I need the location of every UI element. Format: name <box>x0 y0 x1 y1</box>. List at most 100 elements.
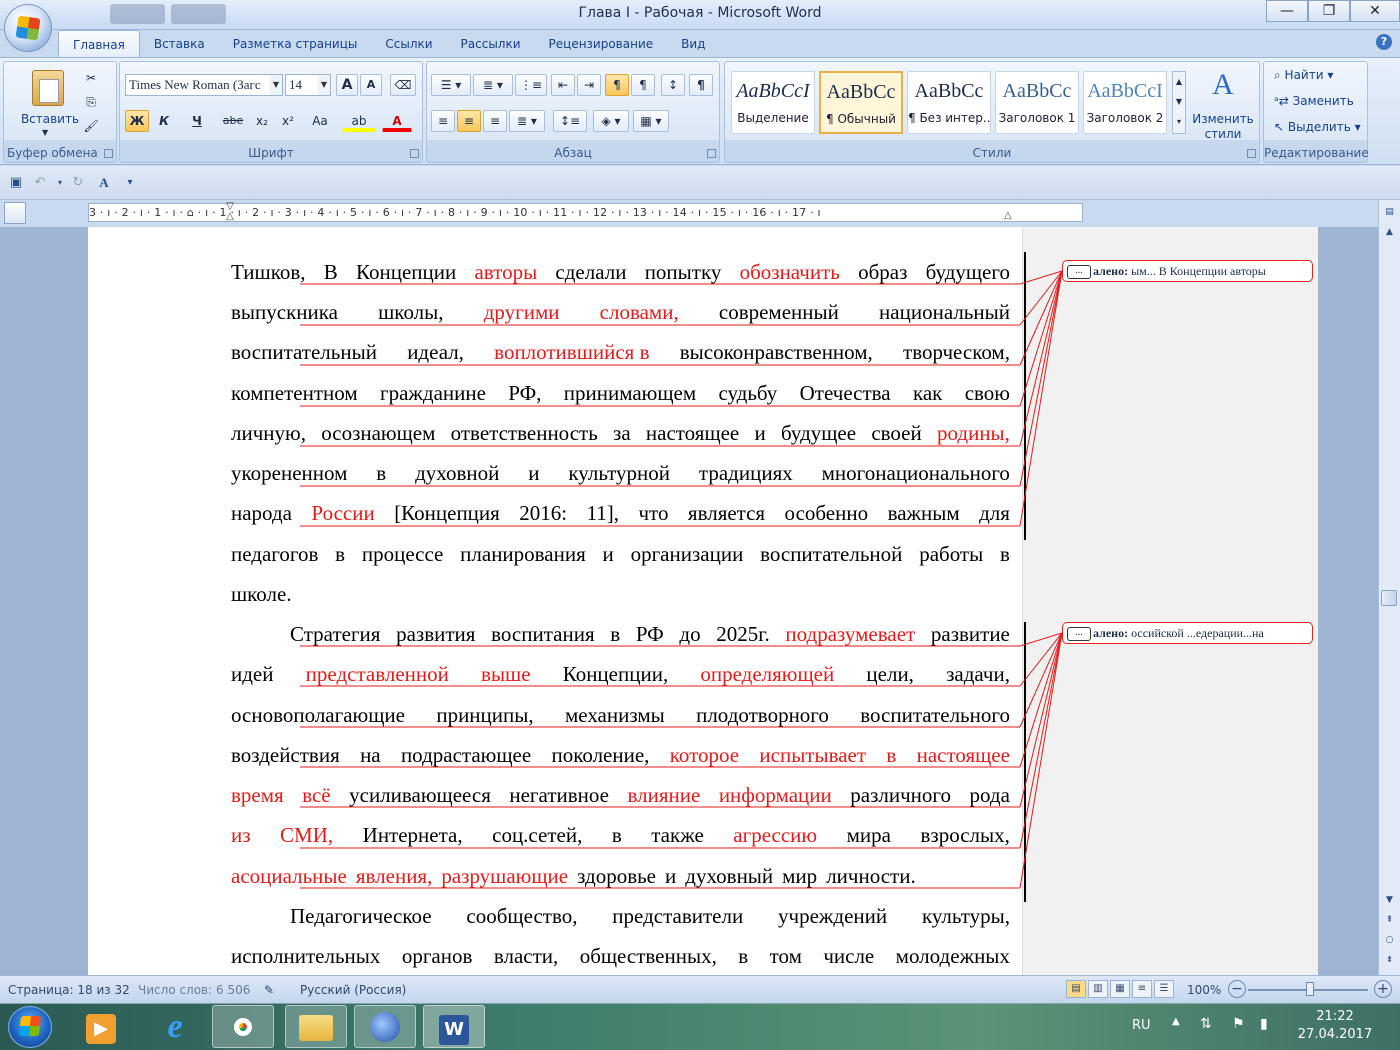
underline-button[interactable]: Ч <box>180 110 214 132</box>
font-size-combo[interactable]: 14 ▼ <box>285 74 331 96</box>
deletion-balloon[interactable]: ... алено: ым... В Концепции авторы <box>1062 260 1313 282</box>
style-no-spacing[interactable]: AaBbCc ¶ Без интер... <box>907 71 991 134</box>
tab-insert[interactable]: Вставка <box>140 30 219 58</box>
close-button[interactable]: ✕ <box>1350 0 1400 22</box>
bold-button[interactable]: Ж <box>125 110 149 132</box>
select-button[interactable]: ↖ Выделить ▾ <box>1274 120 1361 134</box>
strikethrough-button[interactable]: abe <box>220 110 246 132</box>
clear-formatting-icon[interactable]: ⌫ <box>390 74 416 96</box>
document-line[interactable]: воздействия на подрастающее поколение, котор… <box>231 735 1010 775</box>
italic-button[interactable]: К <box>152 110 176 132</box>
align-center-icon[interactable]: ≡ <box>457 110 481 132</box>
multilevel-list-icon[interactable]: ⋮≡ <box>515 74 547 96</box>
document-line[interactable]: время всё усиливающееся негативное влияние ин… <box>231 775 1010 815</box>
change-styles-icon[interactable]: A <box>1197 68 1249 102</box>
sort-icon[interactable]: ↕ <box>661 74 685 96</box>
flag-icon[interactable]: ⚑ <box>1232 1016 1245 1032</box>
tab-review[interactable]: Рецензирование <box>535 30 668 58</box>
horizontal-ruler[interactable]: 3 · ı · 2 · ı · 1 · ı · ⌂ · ı · 1 · ı · … <box>88 203 1083 222</box>
font-color-icon[interactable]: A <box>382 110 412 132</box>
chevron-down-icon[interactable]: ▼ <box>270 75 282 95</box>
vertical-scrollbar[interactable]: ▤ ▲ ▼ ⇞ ○ ⇟ <box>1378 200 1400 975</box>
paragraph-launcher-icon[interactable] <box>707 149 716 158</box>
outline-icon[interactable]: ≡ <box>1132 980 1152 998</box>
customize-qat-icon[interactable]: ▾ <box>122 175 138 191</box>
scroll-down-icon[interactable]: ▼ <box>1381 892 1398 909</box>
highlight-icon[interactable]: ab <box>342 110 376 132</box>
line-spacing-icon[interactable]: ↕≡ <box>553 110 587 132</box>
styles-scroll-icon[interactable]: ▲ ▼ ▾ <box>1172 71 1186 134</box>
zoom-slider-thumb[interactable] <box>1306 982 1314 996</box>
explorer-folder-icon[interactable] <box>285 1005 347 1048</box>
increase-indent-icon[interactable]: ⇥ <box>577 74 601 96</box>
show-marks-icon[interactable]: ¶ <box>689 74 713 96</box>
align-left-icon[interactable]: ≡ <box>431 110 455 132</box>
font-launcher-icon[interactable] <box>410 149 419 158</box>
word-taskbar-icon[interactable]: W <box>423 1005 485 1048</box>
chrome-icon[interactable] <box>212 1005 274 1048</box>
clipboard-launcher-icon[interactable] <box>104 149 113 158</box>
copy-icon[interactable]: ⎘ <box>80 91 102 113</box>
print-layout-icon[interactable]: ▤ <box>1066 980 1086 998</box>
paste-icon[interactable] <box>32 70 64 106</box>
word-count[interactable]: Число слов: 6 506 <box>138 983 250 997</box>
indent-marker-icon[interactable]: ▽ △ <box>224 202 236 226</box>
document-line[interactable]: выпускника школы, другими словами, современн… <box>231 292 1010 332</box>
format-painter-icon[interactable]: 🖌 <box>80 115 102 137</box>
page-indicator[interactable]: Страница: 18 из 32 <box>8 983 130 997</box>
previous-page-icon[interactable]: ⇞ <box>1381 912 1398 929</box>
redo-icon[interactable]: ↻ <box>70 175 86 191</box>
help-icon[interactable]: ? <box>1376 34 1392 50</box>
find-button[interactable]: ⌕ Найти ▾ <box>1274 68 1333 83</box>
style-emphasis[interactable]: AaBbCcI Выделение <box>731 71 815 134</box>
numbering-icon[interactable]: ≣ ▾ <box>473 74 513 96</box>
document-line[interactable]: Стратегия развития воспитания в РФ до 2025г. по… <box>231 614 1010 654</box>
zoom-out-icon[interactable]: − <box>1228 980 1246 998</box>
minimize-button[interactable]: — <box>1266 0 1308 22</box>
change-styles-button[interactable]: Изменить стили <box>1189 112 1257 142</box>
browse-object-icon[interactable]: ○ <box>1381 932 1398 949</box>
battery-icon[interactable]: ▮ <box>1260 1016 1268 1032</box>
network-icon[interactable]: ⇅ <box>1200 1016 1212 1032</box>
tab-mailings[interactable]: Рассылки <box>447 30 535 58</box>
scroll-thumb[interactable] <box>1381 590 1397 606</box>
styles-launcher-icon[interactable] <box>1247 149 1256 158</box>
shrink-font-button[interactable]: A <box>360 74 382 96</box>
draft-icon[interactable]: ☰ <box>1154 980 1174 998</box>
bullets-icon[interactable]: ☰ ▾ <box>431 74 471 96</box>
thunderbird-icon[interactable] <box>354 1005 416 1048</box>
document-line[interactable]: народа России [Концепция 2016: 11], что являет… <box>231 493 1010 533</box>
undo-icon[interactable]: ↶ <box>32 175 48 191</box>
zoom-in-icon[interactable]: + <box>1374 980 1392 998</box>
tab-view[interactable]: Вид <box>667 30 719 58</box>
rtl-icon[interactable]: ¶ <box>631 74 655 96</box>
borders-icon[interactable]: ▦ ▾ <box>633 110 669 132</box>
proofing-icon[interactable]: ✎ <box>264 983 274 997</box>
document-line[interactable]: исполнительных органов власти, общественных… <box>231 936 1010 976</box>
tab-selector[interactable] <box>4 202 26 224</box>
change-case-button[interactable]: Aa <box>304 110 336 132</box>
style-normal[interactable]: AaBbCc ¶ Обычный <box>819 71 903 134</box>
decrease-indent-icon[interactable]: ⇤ <box>551 74 575 96</box>
document-line[interactable]: идей представленной выше Концепции, определя… <box>231 654 1010 694</box>
shading-icon[interactable]: ◈ ▾ <box>593 110 629 132</box>
document-line[interactable]: личную, осознающем ответственность за настоя… <box>231 413 1010 453</box>
next-page-icon[interactable]: ⇟ <box>1381 952 1398 969</box>
internet-explorer-icon[interactable]: e <box>144 1005 206 1048</box>
office-button[interactable] <box>4 4 52 52</box>
document-line[interactable]: Тишков, В Концепции авторы сделали попытку обо… <box>231 252 1010 292</box>
input-language[interactable]: RU <box>1132 1018 1151 1033</box>
save-icon[interactable]: ▣ <box>8 175 24 191</box>
subscript-button[interactable]: x₂ <box>250 110 274 132</box>
ltr-icon[interactable]: ¶ <box>605 74 629 96</box>
tab-references[interactable]: Ссылки <box>371 30 446 58</box>
document-line[interactable]: укорененном в духовной и культурной традициях… <box>231 453 1010 493</box>
document-line[interactable]: компетентном гражданине РФ, принимающем судь… <box>231 373 1010 413</box>
document-line[interactable]: из СМИ, Интернета, соц.сетей, в также агрессию… <box>231 815 1010 855</box>
tab-page-layout[interactable]: Разметка страницы <box>219 30 372 58</box>
language-indicator[interactable]: Русский (Россия) <box>300 983 406 997</box>
font-name-combo[interactable]: Times New Roman (Загс ▼ <box>125 74 283 96</box>
right-indent-marker-icon[interactable]: △ <box>1004 210 1016 221</box>
document-line[interactable]: школе. <box>231 574 1010 614</box>
document-line[interactable]: основополагающие принципы, механизмы плодот… <box>231 695 1010 735</box>
